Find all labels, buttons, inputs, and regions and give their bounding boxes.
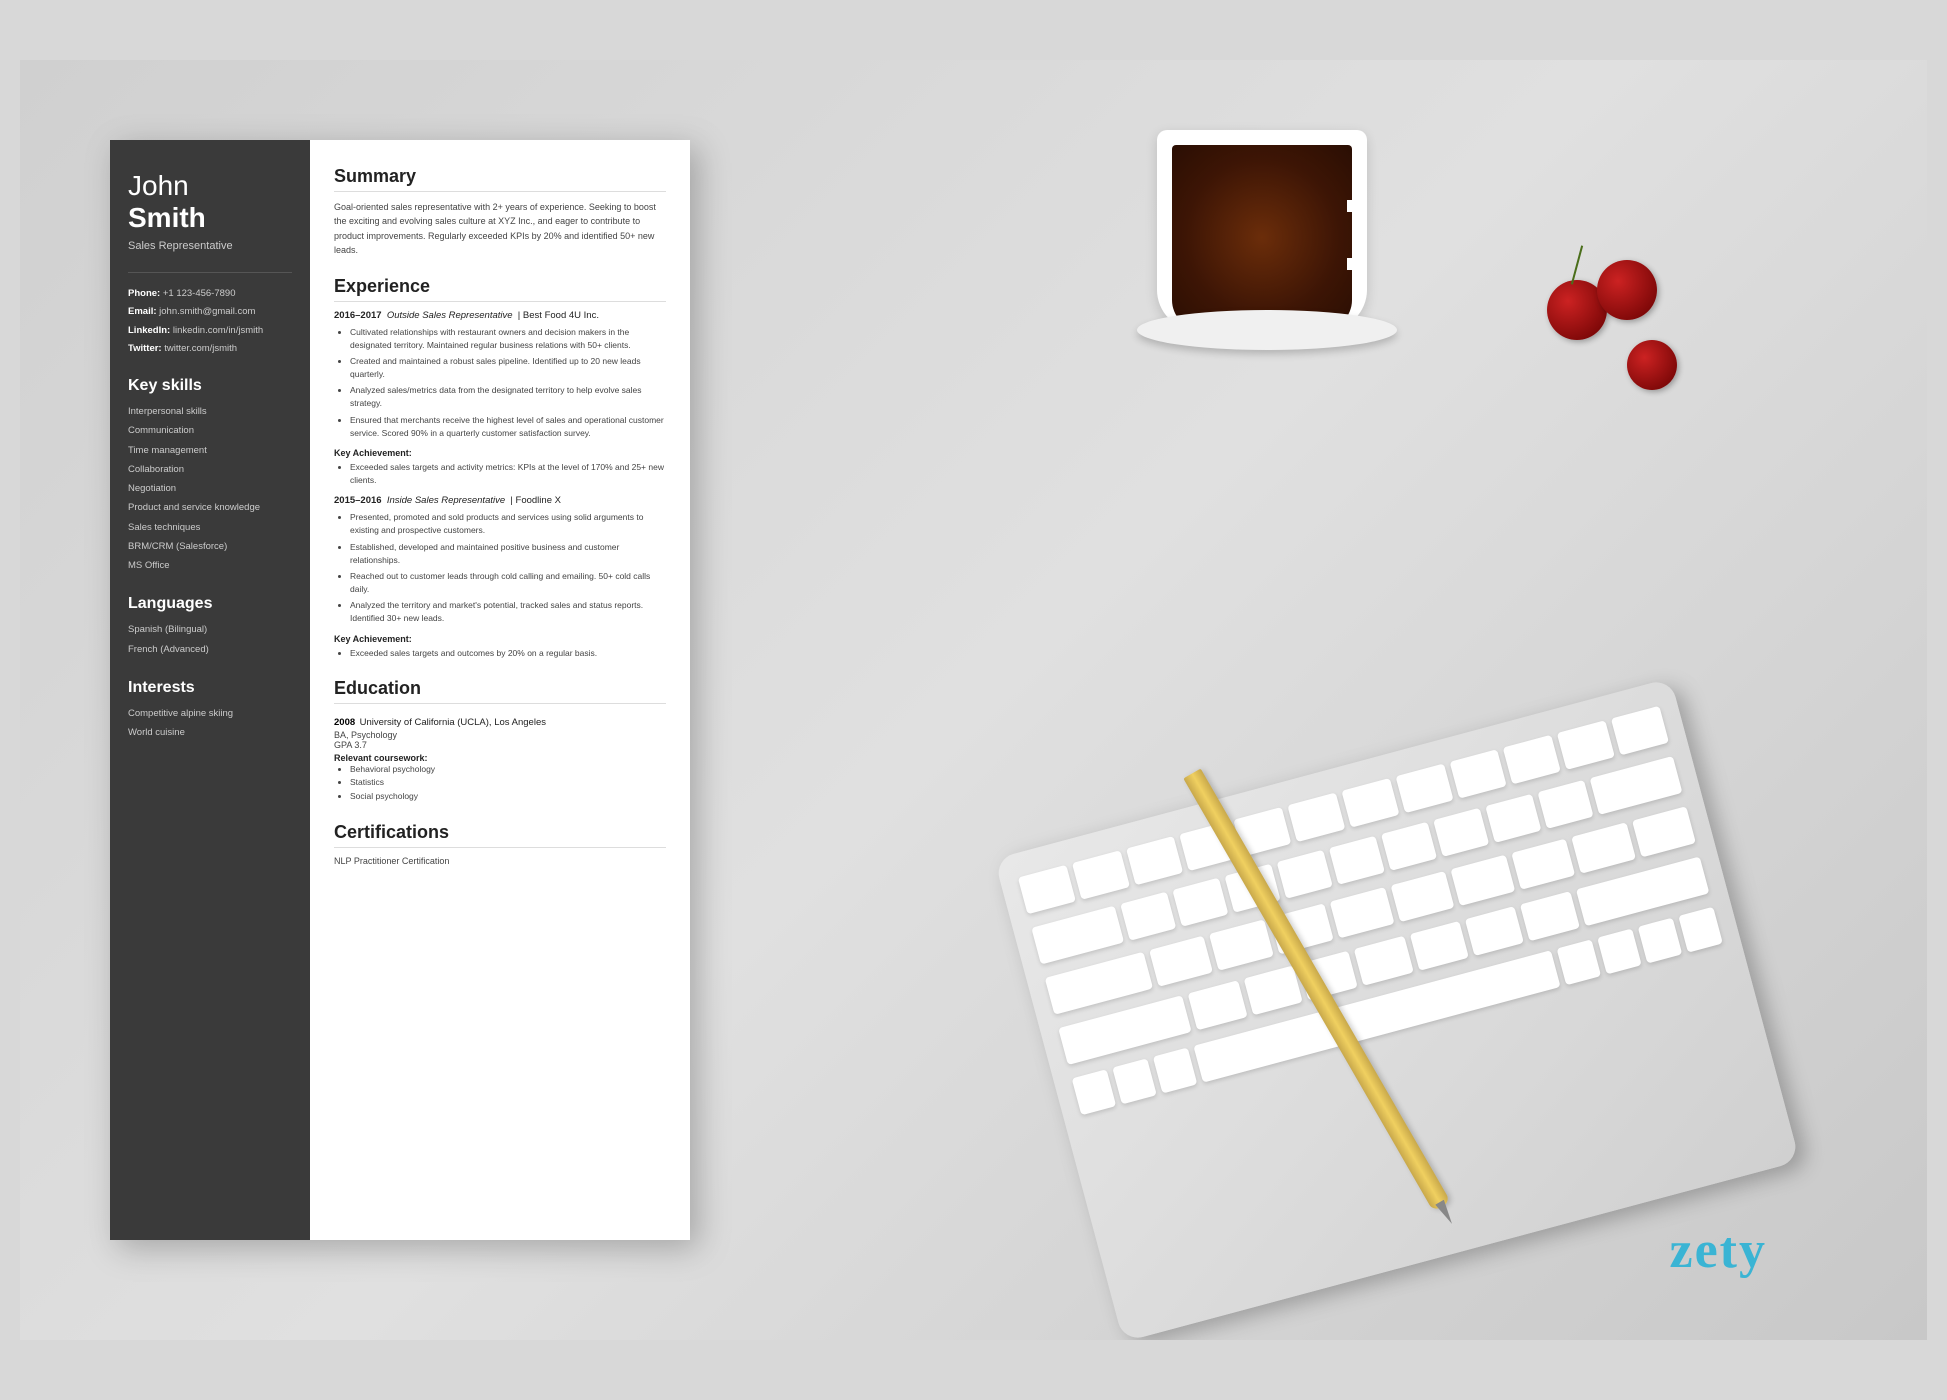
list-item: Analyzed the territory and market's pote… [350, 599, 666, 625]
edu-year: 2008 [334, 717, 355, 728]
education-section: Education 2008 University of California … [334, 678, 666, 804]
edu-coursework-list: Behavioral psychology Statistics Social … [334, 763, 666, 804]
skill-collaboration: Collaboration [128, 463, 292, 477]
job-2-achievement: Key Achievement: Exceeded sales targets … [334, 634, 666, 660]
job-1: 2016–2017 Outside Sales Representative |… [334, 310, 666, 488]
linkedin-value: linkedin.com/in/jsmith [173, 325, 263, 336]
languages-section: Languages Spanish (Bilingual) French (Ad… [128, 595, 292, 657]
email-value: john.smith@gmail.com [159, 306, 255, 317]
interest-skiing: Competitive alpine skiing [128, 707, 292, 721]
certifications-title: Certifications [334, 822, 666, 848]
job-1-company: Best Food 4U Inc. [523, 310, 599, 321]
list-item: Reached out to customer leads through co… [350, 570, 666, 596]
skill-interpersonal: Interpersonal skills [128, 405, 292, 419]
skill-sales-techniques: Sales techniques [128, 521, 292, 535]
page-wrapper: zety John Smith Sales Representative Pho… [20, 60, 1927, 1340]
job-1-header: 2016–2017 Outside Sales Representative |… [334, 310, 666, 321]
edu-coursework-label: Relevant coursework: [334, 753, 666, 763]
job-2-achievement-label: Key Achievement: [334, 634, 666, 644]
job-1-years: 2016–2017 [334, 310, 382, 321]
skill-negotiation: Negotiation [128, 482, 292, 496]
resume-main-content: Summary Goal-oriented sales representati… [310, 140, 690, 1240]
list-item: Established, developed and maintained po… [350, 541, 666, 567]
skills-section: Key skills Interpersonal skills Communic… [128, 377, 292, 573]
skill-time-management: Time management [128, 444, 292, 458]
list-item: Behavioral psychology [350, 763, 666, 777]
job-1-bullets: Cultivated relationships with restaurant… [334, 326, 666, 440]
edu-school-line: 2008 University of California (UCLA), Lo… [334, 712, 666, 730]
list-item: Statistics [350, 776, 666, 790]
interests-title: Interests [128, 679, 292, 697]
list-item: Exceeded sales targets and outcomes by 2… [350, 647, 666, 660]
experience-title: Experience [334, 276, 666, 302]
education-title: Education [334, 678, 666, 704]
resume-sidebar: John Smith Sales Representative Phone: +… [110, 140, 310, 1240]
list-item: Presented, promoted and sold products an… [350, 511, 666, 537]
contact-linkedin: LinkedIn: linkedin.com/in/jsmith [128, 324, 292, 337]
interests-section: Interests Competitive alpine skiing Worl… [128, 679, 292, 741]
job-1-role: Outside Sales Representative [387, 310, 513, 321]
skill-crm: BRM/CRM (Salesforce) [128, 540, 292, 554]
languages-title: Languages [128, 595, 292, 613]
skill-communication: Communication [128, 424, 292, 438]
certifications-section: Certifications NLP Practitioner Certific… [334, 822, 666, 866]
language-spanish: Spanish (Bilingual) [128, 623, 292, 637]
list-item: Ensured that merchants receive the highe… [350, 414, 666, 440]
first-name: John [128, 170, 292, 202]
phone-label: Phone: [128, 288, 160, 299]
brand-logo: zety [1670, 1221, 1767, 1280]
experience-section: Experience 2016–2017 Outside Sales Repre… [334, 276, 666, 660]
skills-title: Key skills [128, 377, 292, 395]
list-item: Created and maintained a robust sales pi… [350, 355, 666, 381]
summary-title: Summary [334, 166, 666, 192]
resume-document: John Smith Sales Representative Phone: +… [110, 140, 690, 1240]
twitter-label: Twitter: [128, 343, 162, 354]
interest-world-cuisine: World cuisine [128, 726, 292, 740]
job-2: 2015–2016 Inside Sales Representative | … [334, 495, 666, 660]
contact-twitter: Twitter: twitter.com/jsmith [128, 342, 292, 355]
candidate-title: Sales Representative [128, 240, 292, 252]
job-2-header: 2015–2016 Inside Sales Representative | … [334, 495, 666, 506]
list-item: Analyzed sales/metrics data from the des… [350, 384, 666, 410]
job-1-achievement-bullets: Exceeded sales targets and activity metr… [334, 461, 666, 487]
job-2-role: Inside Sales Representative [387, 495, 505, 506]
list-item: Exceeded sales targets and activity metr… [350, 461, 666, 487]
edu-degree: BA, Psychology [334, 730, 666, 740]
contact-phone: Phone: +1 123-456-7890 [128, 287, 292, 300]
skill-ms-office: MS Office [128, 559, 292, 573]
list-item: Social psychology [350, 790, 666, 804]
job-2-bullets: Presented, promoted and sold products an… [334, 511, 666, 625]
list-item: Cultivated relationships with restaurant… [350, 326, 666, 352]
coffee-cup-decoration [1127, 70, 1407, 350]
language-french: French (Advanced) [128, 643, 292, 657]
email-label: Email: [128, 306, 157, 317]
edu-gpa: GPA 3.7 [334, 740, 666, 750]
candidate-name: John Smith [128, 170, 292, 234]
phone-value: +1 123-456-7890 [163, 288, 236, 299]
edu-school: University of California (UCLA), Los Ang… [360, 717, 546, 728]
contact-email: Email: john.smith@gmail.com [128, 305, 292, 318]
job-2-years: 2015–2016 [334, 495, 382, 506]
linkedin-label: LinkedIn: [128, 325, 170, 336]
summary-text: Goal-oriented sales representative with … [334, 200, 666, 258]
skill-product-knowledge: Product and service knowledge [128, 501, 292, 515]
twitter-value: twitter.com/jsmith [164, 343, 237, 354]
last-name: Smith [128, 202, 206, 233]
job-2-company: Foodline X [516, 495, 561, 506]
contact-section: Phone: +1 123-456-7890 Email: john.smith… [128, 272, 292, 355]
certification-item-1: NLP Practitioner Certification [334, 856, 666, 866]
education-item-1: 2008 University of California (UCLA), Lo… [334, 712, 666, 804]
job-1-achievement-label: Key Achievement: [334, 448, 666, 458]
job-1-achievement: Key Achievement: Exceeded sales targets … [334, 448, 666, 487]
job-2-achievement-bullets: Exceeded sales targets and outcomes by 2… [334, 647, 666, 660]
summary-section: Summary Goal-oriented sales representati… [334, 166, 666, 258]
